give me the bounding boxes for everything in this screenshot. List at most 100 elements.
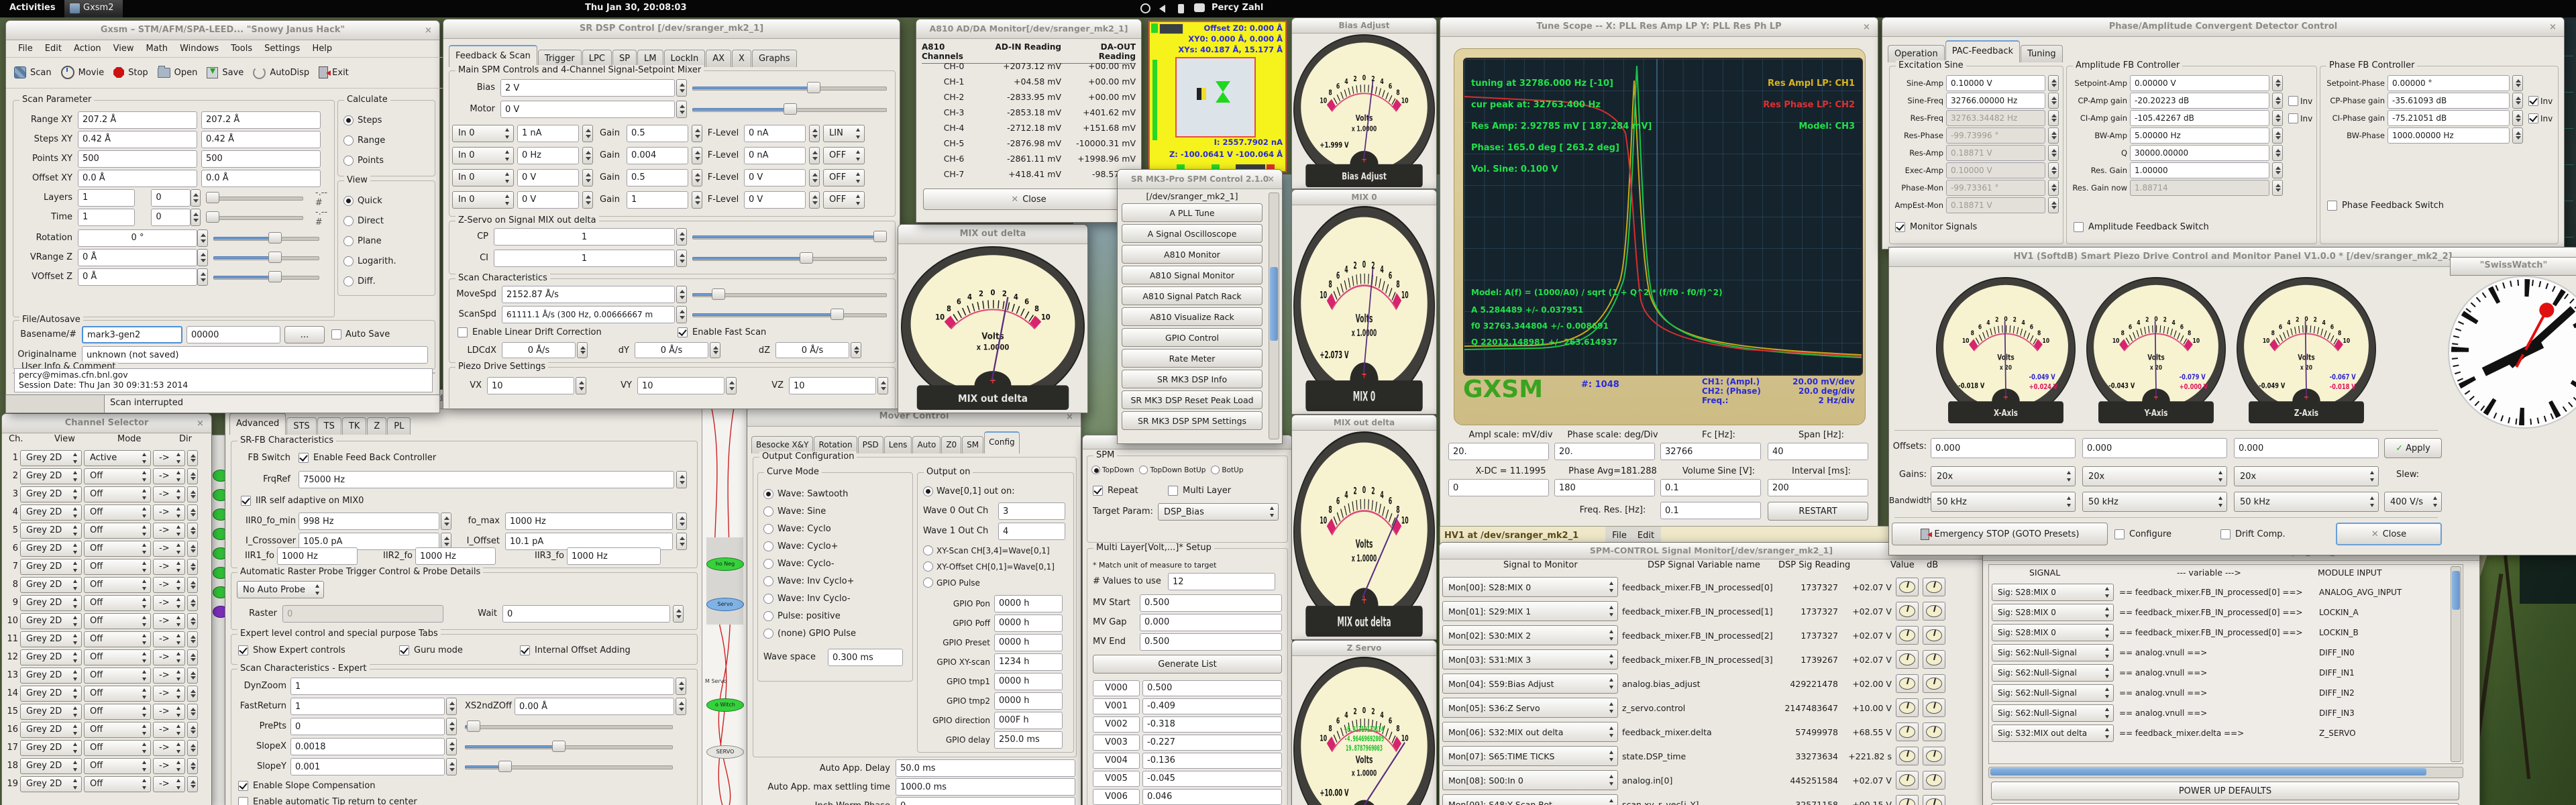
clock-text[interactable]: Thu Jan 30, 20:08:03: [585, 3, 687, 13]
motor-slider[interactable]: [692, 103, 887, 116]
channel-dir-combo[interactable]: ->: [153, 612, 185, 629]
srmk3-button[interactable]: A PLL Tune: [1122, 203, 1263, 222]
gxsm-titlebar[interactable]: Gxsm – STM/AFM/SPA-LEED... "Snowy Janus …: [6, 21, 439, 40]
channel-view-combo[interactable]: Grey 2D: [20, 504, 82, 521]
spinner[interactable]: [2512, 127, 2523, 144]
scan-param-field-y[interactable]: 0.0 Å: [201, 169, 321, 187]
channel-view-combo[interactable]: Grey 2D: [20, 649, 82, 665]
gpio-field[interactable]: 000F h: [994, 711, 1063, 729]
meter-icon-button[interactable]: [1923, 722, 1945, 741]
channel-dir-combo[interactable]: ->: [153, 721, 185, 738]
srmk3-button[interactable]: Rate Meter: [1122, 349, 1263, 368]
show-expert-checkbox[interactable]: [238, 645, 248, 655]
spinner[interactable]: [187, 449, 198, 466]
srmk3-button[interactable]: SR MK3 DSP Info: [1122, 370, 1263, 388]
pac-field[interactable]: -99.73361 °: [1946, 180, 2045, 196]
menu-item[interactable]: Action: [68, 44, 107, 54]
channel-mode-combo[interactable]: Off: [84, 685, 151, 702]
list-value[interactable]: -0.045: [1142, 770, 1282, 787]
channel-dir-combo[interactable]: ->: [153, 594, 185, 611]
spinner[interactable]: [2272, 110, 2283, 126]
tab[interactable]: Lens: [883, 436, 912, 453]
channel-mode-combo[interactable]: Off: [84, 468, 151, 484]
h-scrollbar[interactable]: [1988, 767, 2463, 778]
zservo-titlebar[interactable]: Z Servo: [1292, 641, 1436, 656]
spinner[interactable]: [676, 513, 687, 530]
voffset-field[interactable]: 0 Å: [78, 268, 197, 286]
tab[interactable]: Advanced: [229, 413, 286, 435]
vrange-slider[interactable]: [213, 251, 319, 264]
tab[interactable]: Config: [984, 431, 1020, 453]
meter-icon-button[interactable]: [1923, 698, 1945, 717]
mixer-setpoint-field[interactable]: 1 nA: [517, 124, 579, 142]
channel-mode-combo[interactable]: Off: [84, 486, 151, 502]
meter-icon-button[interactable]: [1896, 626, 1919, 645]
xy-offset-radio[interactable]: [923, 561, 933, 572]
mini-buttons[interactable]: [1159, 23, 1183, 34]
spinner[interactable]: [2048, 162, 2059, 178]
channel-dir-combo[interactable]: ->: [153, 649, 185, 665]
spinner[interactable]: [187, 757, 198, 774]
spinner[interactable]: [187, 649, 198, 665]
spinner[interactable]: [676, 101, 687, 118]
close-icon[interactable]: ×: [1065, 412, 1075, 422]
pac-field[interactable]: -99.73996 °: [1946, 127, 2045, 144]
drift-correction-checkbox[interactable]: [458, 327, 468, 337]
restart-button[interactable]: RESTART: [1768, 502, 1868, 521]
spinner[interactable]: [676, 678, 686, 695]
scan-param-field-y[interactable]: 0.42 Å: [201, 130, 321, 148]
pac-titlebar[interactable]: Phase/Amplitude Convergent Detector Cont…: [1882, 17, 2564, 37]
view-radio[interactable]: [343, 235, 354, 246]
power-up-defaults-button[interactable]: POWER UP DEFAULTS: [1991, 782, 2459, 800]
spinner[interactable]: [187, 775, 198, 792]
ci-field[interactable]: 1: [494, 250, 675, 267]
monitor-signal-combo[interactable]: Mon[07]: S65:TIME TICKS: [1442, 746, 1618, 766]
channel-dir-combo[interactable]: ->: [153, 504, 185, 521]
spinner[interactable]: [190, 208, 201, 226]
channel-dir-combo[interactable]: ->: [153, 522, 185, 539]
spinner[interactable]: [187, 486, 198, 502]
diagram-node[interactable]: SERVO: [706, 745, 744, 759]
wave-space-field[interactable]: 0.300 ms: [828, 649, 903, 666]
list-value[interactable]: 0.500: [1142, 680, 1282, 696]
gpio-field[interactable]: 1234 h: [994, 653, 1063, 671]
a810-titlebar[interactable]: A810 AD/DA Monitor[/dev/sranger_mk2_1]: [916, 19, 1141, 39]
iir1-field[interactable]: 1000 Hz: [277, 547, 358, 565]
spinner[interactable]: [187, 685, 198, 702]
spinner[interactable]: [710, 342, 720, 358]
monitor-signal-combo[interactable]: Mon[06]: S32:MIX out delta: [1442, 722, 1618, 742]
ci-phase-inv-checkbox[interactable]: [2528, 113, 2538, 123]
signal-combo[interactable]: Sig: S28:MIX 0: [1992, 624, 2114, 641]
volume-icon[interactable]: [1159, 5, 1165, 13]
dy-field[interactable]: 0 Å/s: [635, 342, 708, 358]
gpio-field[interactable]: 250.0 ms: [994, 731, 1063, 749]
mixer-flevel-field[interactable]: 0 V: [744, 168, 806, 186]
srmk3-titlebar[interactable]: SR MK3-Pro SPM Control 2.1.0: [1118, 170, 1282, 189]
xdc-field[interactable]: 0: [1448, 479, 1549, 496]
spinner[interactable]: [692, 124, 702, 142]
tab[interactable]: PSD: [857, 436, 883, 453]
monitor-signal-combo[interactable]: Mon[08]: S00:In 0: [1442, 770, 1618, 790]
gain-x-combo[interactable]: 20x: [1931, 466, 2076, 486]
mixer-setpoint-field[interactable]: 0 V: [517, 168, 579, 186]
save-button[interactable]: Save: [207, 66, 244, 78]
layers-index-field[interactable]: 0: [151, 189, 191, 207]
swiss-clock[interactable]: [2447, 275, 2576, 429]
channel-mode-combo[interactable]: Off: [84, 739, 151, 756]
list-value[interactable]: -0.409: [1142, 698, 1282, 714]
monitor-signal-combo[interactable]: Mon[05]: S36:Z Servo: [1442, 698, 1618, 718]
emergency-stop-button[interactable]: Emergency STOP (GOTO Presets): [1892, 523, 2108, 545]
ci-amp-inv-checkbox[interactable]: [2288, 113, 2298, 123]
pac-field[interactable]: -75.21051 dB: [2387, 110, 2510, 126]
meter-icon-button[interactable]: [1923, 674, 1945, 693]
srmk3-button[interactable]: A810 Signal Patch Rack: [1122, 286, 1263, 305]
spinner[interactable]: [2272, 93, 2283, 109]
vrange-field[interactable]: 0 Å: [78, 248, 197, 266]
spinner[interactable]: [441, 513, 451, 530]
slopex-slider[interactable]: [465, 740, 673, 753]
tab[interactable]: X: [732, 50, 751, 67]
close-icon[interactable]: ×: [423, 25, 433, 36]
curve-mode-radio[interactable]: [763, 541, 773, 551]
view-radio[interactable]: [343, 215, 354, 226]
spinner[interactable]: [2272, 180, 2283, 196]
